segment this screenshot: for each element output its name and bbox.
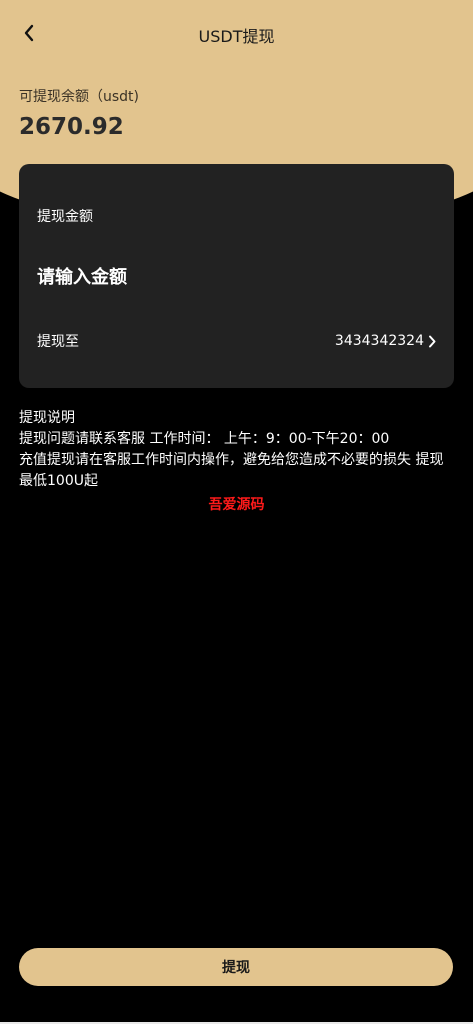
page-title: USDT提现 xyxy=(198,27,275,46)
withdraw-notes: 提现说明 提现问题请联系客服 工作时间： 上午：9：00-下午20：00 充值提… xyxy=(19,408,457,492)
watermark-text: 吾爱源码 xyxy=(208,497,265,513)
notes-line-2: 充值提现请在客服工作时间内操作，避免给您造成不必要的损失 提现最低100U起 xyxy=(19,452,444,489)
notes-title: 提现说明 xyxy=(19,410,75,426)
withdraw-page: USDT提现 可提现余额（usdt) 2670.92 提现金额 提现至 3434… xyxy=(0,0,473,1024)
withdraw-to-value: 3434342324 xyxy=(334,333,424,349)
notes-line-1: 提现问题请联系客服 工作时间： 上午：9：00-下午20：00 xyxy=(19,431,390,447)
withdraw-card: 提现金额 提现至 3434342324 xyxy=(19,164,454,388)
balance-value: 2670.92 xyxy=(19,114,124,140)
withdraw-to-address[interactable]: 3434342324 xyxy=(335,333,436,349)
nav-header: USDT提现 xyxy=(0,0,473,68)
withdraw-to-row[interactable]: 提现至 3434342324 xyxy=(37,330,436,352)
chevron-right-icon xyxy=(428,335,436,348)
withdraw-to-label: 提现至 xyxy=(37,334,79,350)
balance-label: 可提现余额（usdt) xyxy=(19,89,140,105)
amount-input[interactable] xyxy=(37,260,437,294)
submit-withdraw-button[interactable]: 提现 xyxy=(19,948,453,986)
amount-label: 提现金额 xyxy=(37,209,93,225)
